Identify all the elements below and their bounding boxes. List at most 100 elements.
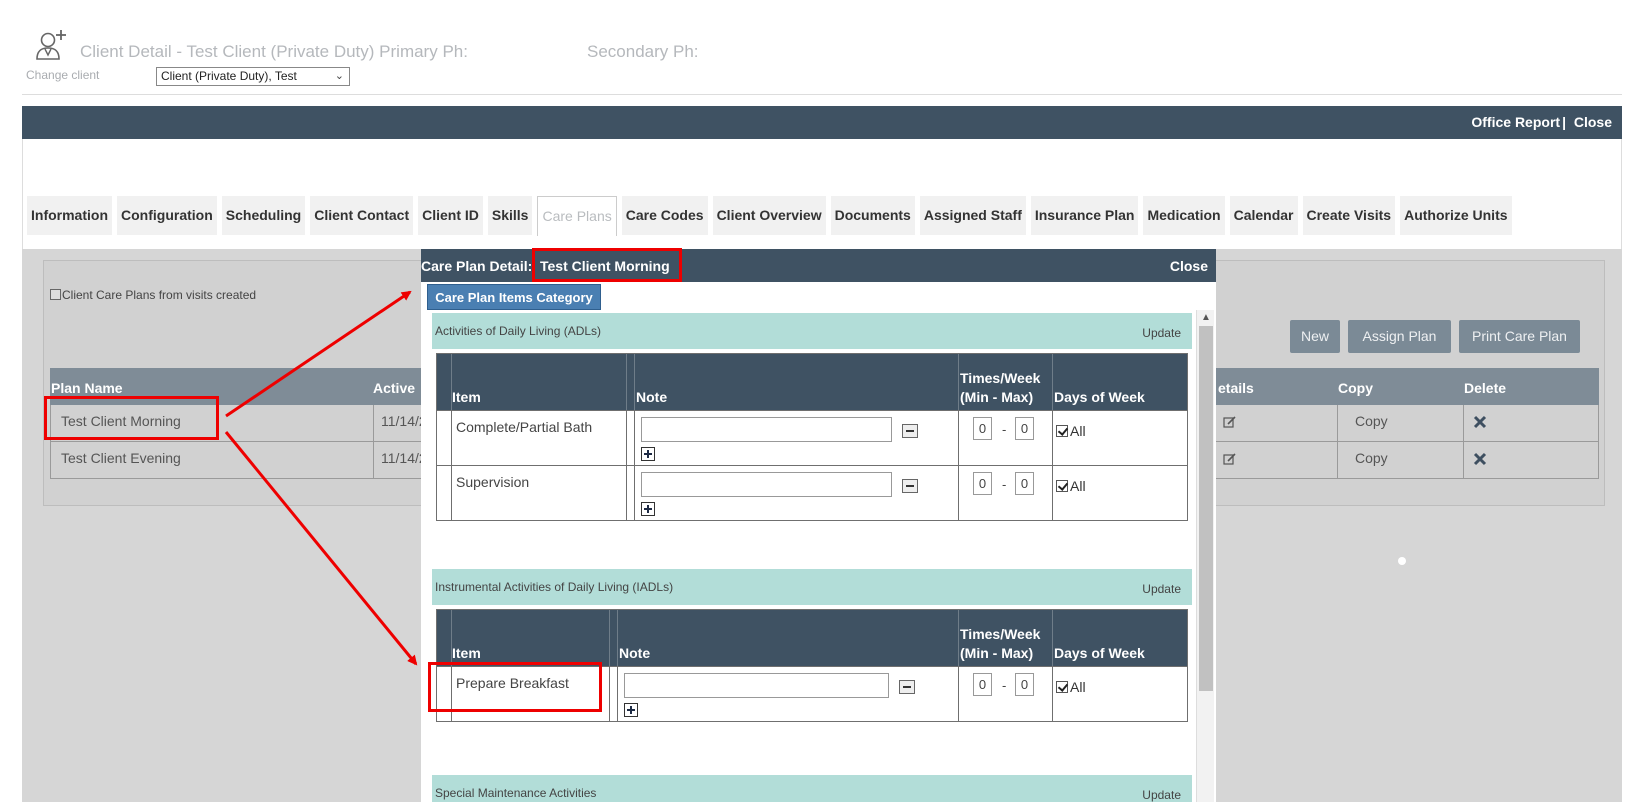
tab-authorize-units[interactable]: Authorize Units bbox=[1400, 196, 1512, 235]
days-all-checkbox[interactable]: All bbox=[1056, 423, 1086, 439]
tab-care-plans[interactable]: Care Plans bbox=[537, 196, 617, 236]
checkbox-checked-icon[interactable] bbox=[1056, 681, 1068, 693]
copy-link[interactable]: Copy bbox=[1355, 413, 1388, 429]
plus-icon[interactable] bbox=[641, 502, 655, 516]
days-value: All bbox=[1070, 478, 1086, 494]
minus-icon[interactable] bbox=[902, 479, 918, 493]
min-times-input[interactable]: 0 bbox=[973, 472, 992, 495]
checkbox-icon[interactable] bbox=[50, 289, 61, 300]
minus-icon[interactable] bbox=[902, 424, 918, 438]
print-care-plan-button[interactable]: Print Care Plan bbox=[1459, 320, 1580, 353]
annotation-box-prepare-breakfast bbox=[428, 662, 602, 712]
tab-information[interactable]: Information bbox=[27, 196, 112, 235]
scroll-up-arrow-icon[interactable]: ▲ bbox=[1201, 312, 1211, 323]
assign-plan-button[interactable]: Assign Plan bbox=[1348, 320, 1451, 353]
tab-skills[interactable]: Skills bbox=[487, 196, 533, 235]
update-link[interactable]: Update bbox=[1142, 788, 1181, 802]
page-title: Client Detail - Test Client (Private Dut… bbox=[80, 42, 468, 61]
column-divider bbox=[626, 466, 627, 520]
tab-care-codes[interactable]: Care Codes bbox=[621, 196, 708, 235]
days-all-checkbox[interactable]: All bbox=[1056, 679, 1086, 695]
min-times-input[interactable]: 0 bbox=[973, 673, 992, 696]
visits-filter-checkbox[interactable]: Client Care Plans from visits created bbox=[50, 288, 256, 302]
tab-client-id[interactable]: Client ID bbox=[418, 196, 483, 235]
care-plan-detail-modal: Care Plan Detail: Test Client Morning Cl… bbox=[421, 249, 1216, 802]
active-date-cell: 11/14/2 bbox=[381, 413, 427, 429]
items-table-header: Item Note Times/Week (Min - Max) Days of… bbox=[437, 610, 1187, 666]
note-input[interactable] bbox=[641, 472, 892, 497]
delete-icon[interactable] bbox=[1473, 452, 1487, 466]
items-table-header: Item Note Times/Week (Min - Max) Days of… bbox=[437, 354, 1187, 410]
range-dash: - bbox=[1002, 422, 1007, 437]
max-times-input[interactable]: 0 bbox=[1015, 673, 1034, 696]
range-dash: - bbox=[1002, 678, 1007, 693]
max-times-input[interactable]: 0 bbox=[1015, 417, 1034, 440]
care-plan-items-category-button[interactable]: Care Plan Items Category bbox=[427, 284, 601, 310]
col-plan-name: Plan Name bbox=[51, 380, 123, 396]
days-value: All bbox=[1070, 679, 1086, 695]
checkbox-checked-icon[interactable] bbox=[1056, 425, 1068, 437]
close-link[interactable]: Close bbox=[1574, 114, 1612, 130]
column-divider bbox=[626, 354, 627, 410]
delete-icon[interactable] bbox=[1473, 415, 1487, 429]
item-label: Supervision bbox=[456, 474, 530, 490]
adl-items-table: Item Note Times/Week (Min - Max) Days of… bbox=[436, 353, 1188, 521]
annotation-box-plan-name bbox=[44, 396, 219, 440]
col-note: Note bbox=[636, 389, 668, 405]
max-times-input[interactable]: 0 bbox=[1015, 472, 1034, 495]
plus-icon[interactable] bbox=[641, 447, 655, 461]
tab-client-overview[interactable]: Client Overview bbox=[712, 196, 826, 235]
modal-title-prefix: Care Plan Detail: bbox=[421, 258, 533, 274]
col-item: Item bbox=[452, 389, 481, 405]
top-action-bar: Office Report | Close bbox=[22, 106, 1622, 139]
modal-close-link[interactable]: Close bbox=[1170, 258, 1208, 274]
column-divider bbox=[958, 411, 959, 465]
tab-calendar[interactable]: Calendar bbox=[1229, 196, 1298, 235]
checkbox-checked-icon[interactable] bbox=[1056, 480, 1068, 492]
column-divider bbox=[1337, 442, 1338, 479]
tab-assigned-staff[interactable]: Assigned Staff bbox=[919, 196, 1026, 235]
update-link[interactable]: Update bbox=[1142, 326, 1181, 340]
copy-link[interactable]: Copy bbox=[1355, 450, 1388, 466]
client-select-value: Client (Private Duty), Test bbox=[161, 69, 297, 83]
list-item: Supervision 0 - 0 All bbox=[437, 465, 1187, 520]
tab-configuration[interactable]: Configuration bbox=[117, 196, 217, 235]
edit-icon[interactable] bbox=[1223, 452, 1237, 466]
note-input[interactable] bbox=[624, 673, 889, 698]
column-divider bbox=[373, 442, 374, 479]
new-button[interactable]: New bbox=[1290, 320, 1340, 353]
client-select[interactable]: Client (Private Duty), Test ⌄ bbox=[156, 67, 350, 86]
minus-icon[interactable] bbox=[899, 680, 915, 694]
column-divider bbox=[1463, 442, 1464, 479]
section-name: Instrumental Activities of Daily Living … bbox=[435, 580, 674, 594]
tab-insurance-plan[interactable]: Insurance Plan bbox=[1030, 196, 1139, 235]
section-iadls: Instrumental Activities of Daily Living … bbox=[432, 569, 1192, 605]
tab-create-visits[interactable]: Create Visits bbox=[1302, 196, 1396, 235]
update-link[interactable]: Update bbox=[1142, 582, 1181, 596]
column-divider bbox=[634, 466, 635, 520]
days-all-checkbox[interactable]: All bbox=[1056, 478, 1086, 494]
tab-documents[interactable]: Documents bbox=[830, 196, 915, 235]
edit-icon[interactable] bbox=[1223, 415, 1237, 429]
section-special-maintenance: Special Maintenance Activities Update bbox=[432, 775, 1192, 802]
column-divider bbox=[958, 667, 959, 721]
column-divider bbox=[958, 610, 959, 666]
modal-scrollbar[interactable]: ▲ bbox=[1196, 310, 1214, 802]
column-divider bbox=[617, 667, 618, 721]
column-divider bbox=[609, 610, 610, 666]
tab-medication[interactable]: Medication bbox=[1143, 196, 1225, 235]
col-times-line2: (Min - Max) bbox=[960, 645, 1034, 661]
office-report-link[interactable]: Office Report bbox=[1471, 114, 1560, 130]
tab-client-contact[interactable]: Client Contact bbox=[310, 196, 414, 235]
scroll-thumb[interactable] bbox=[1199, 326, 1213, 691]
plus-icon[interactable] bbox=[624, 703, 638, 717]
change-client-label: Change client bbox=[26, 68, 100, 82]
list-item: Complete/Partial Bath 0 - 0 All bbox=[437, 410, 1187, 465]
tab-scheduling[interactable]: Scheduling bbox=[221, 196, 306, 235]
column-divider bbox=[958, 354, 959, 410]
plan-name-cell[interactable]: Test Client Evening bbox=[61, 450, 181, 466]
min-times-input[interactable]: 0 bbox=[973, 417, 992, 440]
note-input[interactable] bbox=[641, 417, 892, 442]
column-divider bbox=[1463, 405, 1464, 442]
client-header: Client Detail - Test Client (Private Dut… bbox=[22, 28, 1622, 94]
